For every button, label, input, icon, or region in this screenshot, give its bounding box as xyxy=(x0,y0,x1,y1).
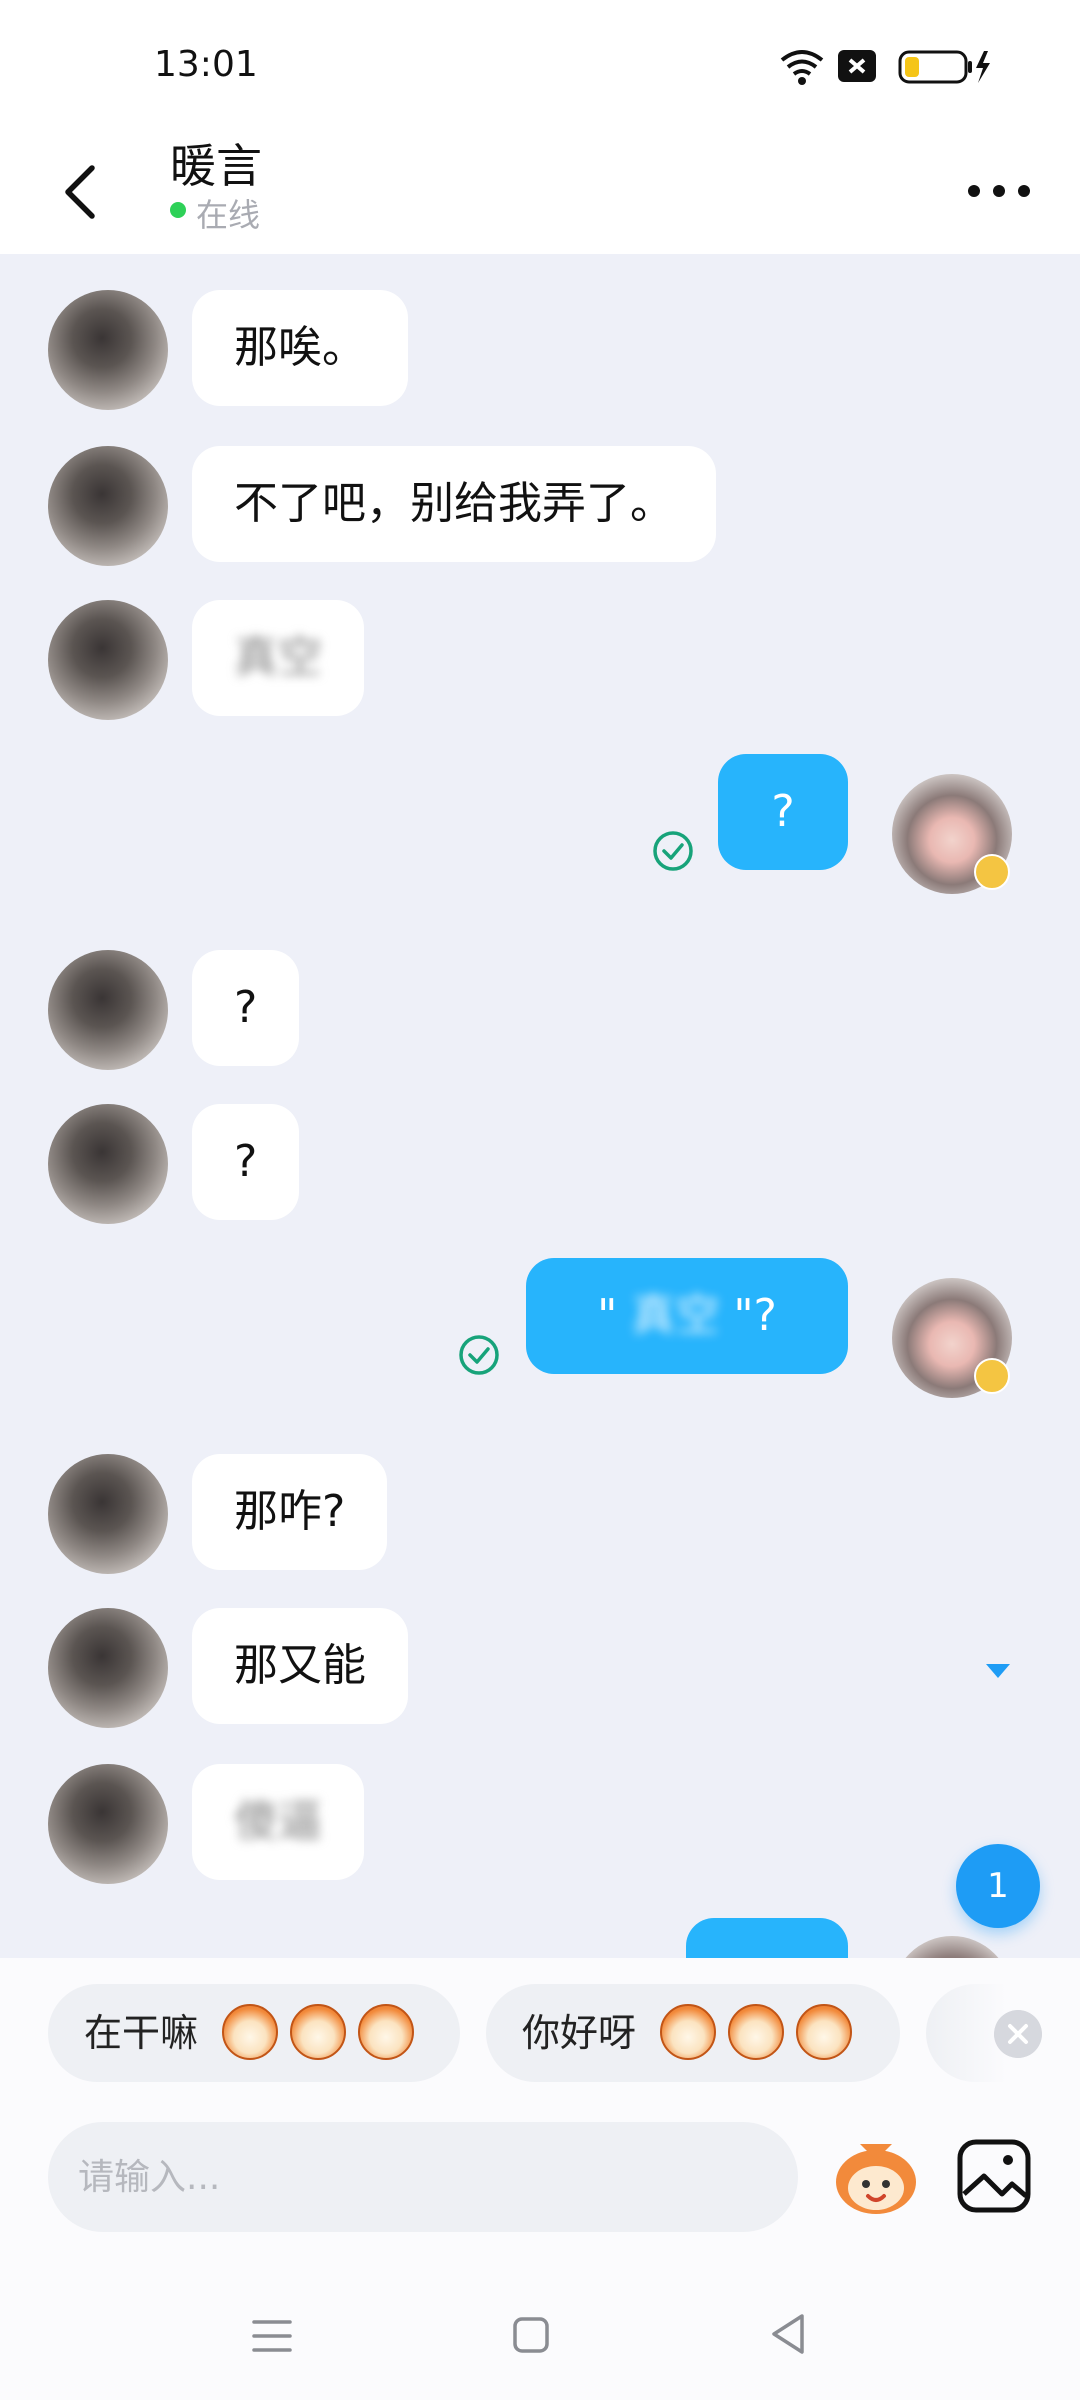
blurred-text: 真空 xyxy=(234,632,322,683)
quick-reply-chip[interactable]: 在干嘛 xyxy=(48,1984,460,2082)
grin-emoji-icon xyxy=(290,2003,347,2060)
message-bubble[interactable]: 不了吧，别给我弄了。 xyxy=(192,446,716,562)
online-dot xyxy=(170,202,186,218)
image-icon[interactable] xyxy=(956,2138,1032,2214)
nav-back-icon[interactable] xyxy=(768,2312,808,2356)
grin-emoji-icon xyxy=(358,2003,415,2060)
contact-avatar[interactable] xyxy=(48,446,168,566)
menu-icon[interactable] xyxy=(250,2316,294,2356)
message-bubble[interactable]: " 真空 "? xyxy=(526,1258,848,1374)
emoji-badge-icon xyxy=(974,1358,1010,1394)
check-circle-icon xyxy=(653,831,693,871)
monkey-emoji-icon xyxy=(728,2003,785,2060)
chat-header: 暖言 在线 xyxy=(0,130,1080,254)
contact-avatar[interactable] xyxy=(48,600,168,720)
message-bubble[interactable]: 傻逼 xyxy=(192,1764,364,1880)
close-icon[interactable] xyxy=(994,2010,1042,2058)
monkey-emoji-icon xyxy=(796,2003,853,2060)
message-bubble-partial[interactable] xyxy=(686,1918,848,1958)
wifi-icon xyxy=(780,50,824,85)
online-status: 在线 xyxy=(196,196,261,234)
message-bubble[interactable]: 那又能 xyxy=(192,1608,408,1724)
message-input[interactable] xyxy=(48,2122,798,2232)
grin-emoji-icon xyxy=(222,2003,279,2060)
message-bubble[interactable]: 真空 xyxy=(192,600,364,716)
emoji-badge-icon xyxy=(974,854,1010,890)
contact-avatar[interactable] xyxy=(48,1608,168,1728)
quick-reply-label: 你好呀 xyxy=(522,2011,637,2055)
contact-avatar[interactable] xyxy=(48,950,168,1070)
signal-icon xyxy=(838,50,876,82)
contact-avatar[interactable] xyxy=(48,290,168,410)
message-list[interactable]: 那唉。 不了吧，别给我弄了。 真空 ? ? ? " 真空 "? 那咋? 那又能 … xyxy=(0,254,1080,1958)
sticker-icon[interactable] xyxy=(830,2130,922,2222)
status-time: 13:01 xyxy=(154,44,258,85)
contact-avatar[interactable] xyxy=(48,1764,168,1884)
blurred-text: 傻逼 xyxy=(234,1796,322,1847)
blurred-text: 真空 xyxy=(631,1290,720,1341)
message-bubble[interactable]: ? xyxy=(718,754,848,870)
check-circle-icon xyxy=(459,1335,499,1375)
badge-tail xyxy=(986,1664,1010,1678)
contact-avatar[interactable] xyxy=(48,1454,168,1574)
quote-close: "? xyxy=(719,1290,777,1341)
unread-count-badge[interactable]: 1 xyxy=(956,1844,1040,1928)
status-bar: 13:01 xyxy=(0,0,1080,130)
my-avatar[interactable] xyxy=(892,1936,1012,1958)
message-bubble[interactable]: ? xyxy=(192,950,300,1066)
more-dots-icon[interactable] xyxy=(964,176,1034,206)
contact-name: 暖言 xyxy=(170,139,262,193)
message-bubble[interactable]: 那唉。 xyxy=(192,290,408,406)
monkey-emoji-icon xyxy=(660,2003,717,2060)
home-icon[interactable] xyxy=(512,2316,550,2354)
back-arrow-icon[interactable] xyxy=(52,150,112,230)
quick-reply-chip[interactable]: 你好呀 xyxy=(486,1984,900,2082)
quick-reply-label: 在干嘛 xyxy=(84,2011,199,2055)
quote-open: " xyxy=(597,1290,632,1341)
message-bubble[interactable]: 那咋? xyxy=(192,1454,388,1570)
message-bubble[interactable]: ? xyxy=(192,1104,300,1220)
contact-avatar[interactable] xyxy=(48,1104,168,1224)
battery-icon xyxy=(898,50,990,84)
